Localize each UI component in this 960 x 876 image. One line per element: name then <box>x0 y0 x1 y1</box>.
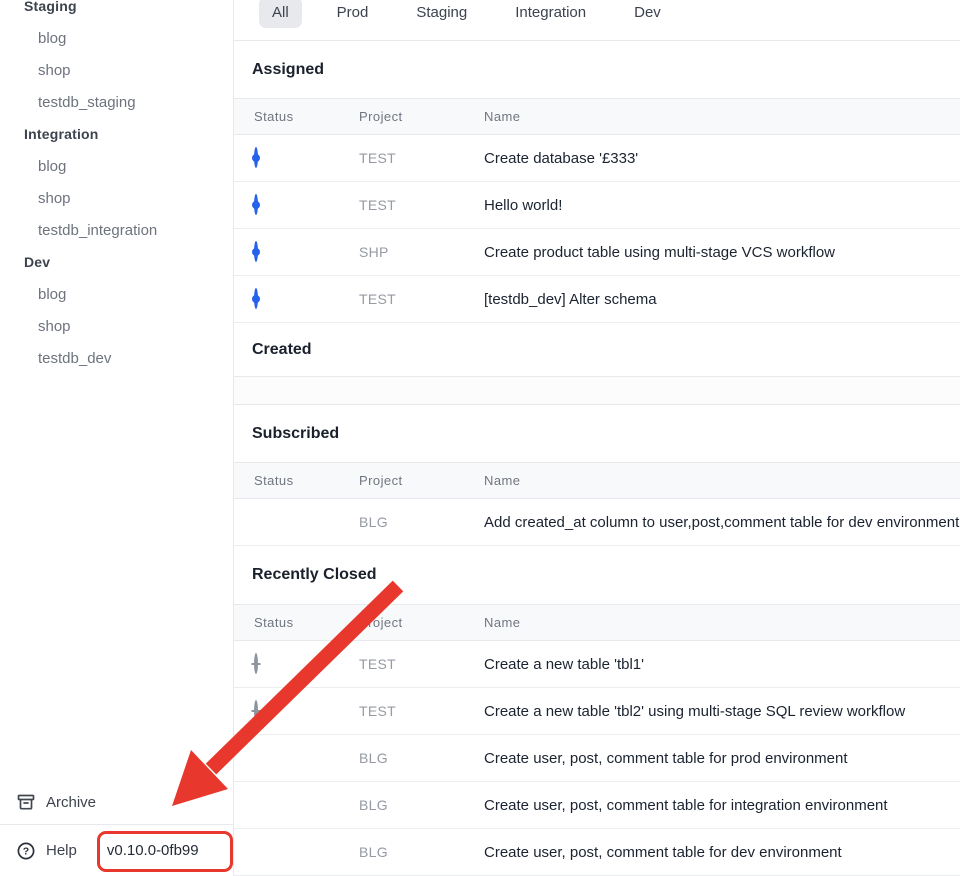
env-group-integration: Integration <box>0 118 233 150</box>
status-open-icon <box>254 288 258 309</box>
sidebar: Staging blog shop testdb_staging Integra… <box>0 0 234 876</box>
column-header-name: Name <box>484 615 960 630</box>
status-open-icon <box>254 241 258 262</box>
version-badge: v0.10.0-0fb99 <box>107 842 199 859</box>
section-title-subscribed: Subscribed <box>234 405 960 462</box>
issue-name: Hello world! <box>484 197 960 214</box>
sidebar-item-staging-shop[interactable]: shop <box>0 54 233 86</box>
tab-prod[interactable]: Prod <box>324 0 382 28</box>
env-group-dev: Dev <box>0 246 233 278</box>
status-open-icon <box>254 194 258 215</box>
tab-dev[interactable]: Dev <box>621 0 674 28</box>
issue-project: TEST <box>359 656 484 672</box>
database-tree: Staging blog shop testdb_staging Integra… <box>0 0 233 374</box>
issue-row[interactable]: BLG Create user, post, comment table for… <box>234 782 960 829</box>
issue-name: Create product table using multi-stage V… <box>484 244 960 261</box>
issue-project: BLG <box>359 797 484 813</box>
svg-text:?: ? <box>23 845 29 857</box>
sidebar-item-dev-shop[interactable]: shop <box>0 310 233 342</box>
column-header-name: Name <box>484 473 960 488</box>
tab-staging[interactable]: Staging <box>403 0 480 28</box>
issue-row[interactable]: BLG Create user, post, comment table for… <box>234 735 960 782</box>
issue-name: Create database '£333' <box>484 150 960 167</box>
sidebar-item-testdb-integration[interactable]: testdb_integration <box>0 214 233 246</box>
section-title-recently-closed: Recently Closed <box>234 546 960 604</box>
archive-button[interactable]: Archive <box>0 780 233 825</box>
app-root: Staging blog shop testdb_staging Integra… <box>0 0 960 876</box>
sidebar-item-dev-blog[interactable]: blog <box>0 278 233 310</box>
help-row: ? Help v0.10.0-0fb99 <box>0 825 233 876</box>
sidebar-item-integration-blog[interactable]: blog <box>0 150 233 182</box>
issue-name: [testdb_dev] Alter schema <box>484 291 960 308</box>
section-title-assigned: Assigned <box>234 41 960 98</box>
tab-integration[interactable]: Integration <box>502 0 599 28</box>
issue-name: Create user, post, comment table for pro… <box>484 750 960 767</box>
issue-row[interactable]: TEST [testdb_dev] Alter schema <box>234 276 960 323</box>
column-header-project: Project <box>359 109 484 124</box>
issue-name: Create user, post, comment table for int… <box>484 797 960 814</box>
table-header: Status Project Name <box>234 604 960 641</box>
column-header-status: Status <box>234 109 359 124</box>
issue-project: TEST <box>359 150 484 166</box>
issue-project: TEST <box>359 703 484 719</box>
issue-row[interactable]: SHP Create product table using multi-sta… <box>234 229 960 276</box>
issue-row[interactable]: TEST Create a new table 'tbl1' <box>234 641 960 688</box>
sidebar-item-staging-blog[interactable]: blog <box>0 22 233 54</box>
archive-icon <box>16 792 36 812</box>
tab-all[interactable]: All <box>259 0 302 28</box>
status-open-icon <box>254 147 258 168</box>
environment-tabbar: All Prod Staging Integration Dev <box>234 0 960 41</box>
issue-project: TEST <box>359 291 484 307</box>
sidebar-item-testdb-staging[interactable]: testdb_staging <box>0 86 233 118</box>
issue-dashboard: All Prod Staging Integration Dev Assigne… <box>234 0 960 876</box>
issue-project: BLG <box>359 844 484 860</box>
issue-row[interactable]: TEST Hello world! <box>234 182 960 229</box>
issue-row[interactable]: BLG Create user, post, comment table for… <box>234 829 960 876</box>
issue-project: BLG <box>359 514 484 530</box>
sidebar-footer: Archive ? Help v0.10.0-0fb99 <box>0 780 233 876</box>
column-header-status: Status <box>234 473 359 488</box>
issue-row[interactable]: BLG Add created_at column to user,post,c… <box>234 499 960 546</box>
empty-section-row <box>234 376 960 405</box>
help-label[interactable]: Help <box>46 842 77 859</box>
column-header-project: Project <box>359 473 484 488</box>
table-header: Status Project Name <box>234 462 960 499</box>
issue-row[interactable]: TEST Create database '£333' <box>234 135 960 182</box>
sidebar-item-integration-shop[interactable]: shop <box>0 182 233 214</box>
issue-name: Create user, post, comment table for dev… <box>484 844 960 861</box>
issue-name: Create a new table 'tbl2' using multi-st… <box>484 703 960 720</box>
issue-row[interactable]: TEST Create a new table 'tbl2' using mul… <box>234 688 960 735</box>
issue-name: Create a new table 'tbl1' <box>484 656 960 673</box>
sidebar-item-testdb-dev[interactable]: testdb_dev <box>0 342 233 374</box>
help-icon[interactable]: ? <box>16 841 36 861</box>
column-header-name: Name <box>484 109 960 124</box>
status-canceled-icon <box>254 653 258 674</box>
status-canceled-icon <box>254 700 258 721</box>
issue-name: Add created_at column to user,post,comme… <box>484 514 960 531</box>
table-header: Status Project Name <box>234 98 960 135</box>
section-title-created: Created <box>234 323 960 376</box>
issue-project: SHP <box>359 244 484 260</box>
archive-label: Archive <box>46 794 96 811</box>
issue-project: TEST <box>359 197 484 213</box>
column-header-status: Status <box>234 615 359 630</box>
env-group-staging: Staging <box>0 0 233 22</box>
column-header-project: Project <box>359 615 484 630</box>
issue-project: BLG <box>359 750 484 766</box>
